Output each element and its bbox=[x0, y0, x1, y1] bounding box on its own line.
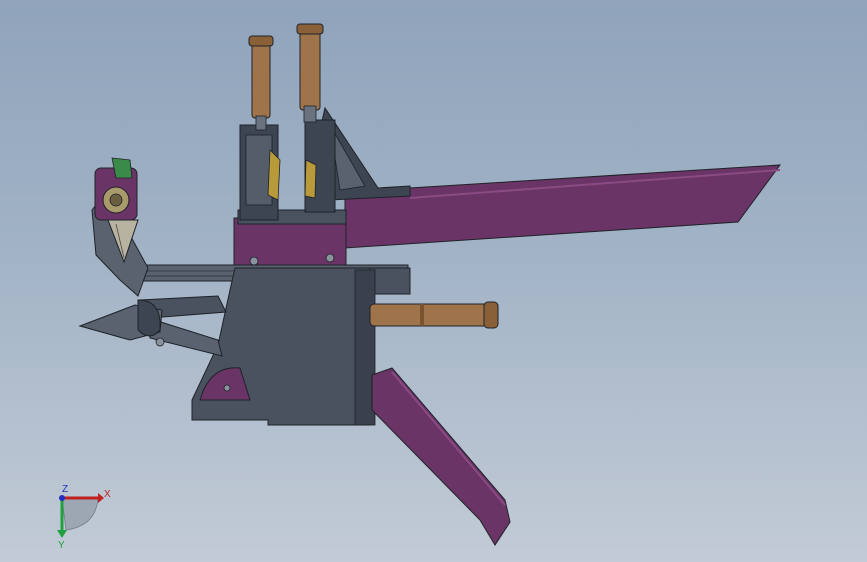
lower-purple-lever[interactable] bbox=[371, 367, 511, 546]
horizontal-cylinder-cap bbox=[483, 301, 499, 329]
left-cylinder-cap bbox=[248, 35, 274, 47]
triad-x-label: X bbox=[104, 489, 111, 500]
triad-z-axis-icon bbox=[59, 495, 65, 501]
rail-end-block bbox=[369, 267, 411, 295]
coordinate-triad[interactable]: X Y Z bbox=[57, 484, 111, 551]
right-cylinder-cap bbox=[296, 23, 324, 35]
bolt-4 bbox=[155, 337, 165, 347]
triad-plane-icon bbox=[61, 497, 99, 531]
horizontal-cylinder-ring bbox=[420, 304, 424, 326]
green-sensor-icon bbox=[111, 157, 133, 179]
bolt-3 bbox=[223, 384, 231, 392]
left-air-cylinder[interactable] bbox=[251, 39, 271, 119]
horizontal-air-cylinder[interactable] bbox=[369, 303, 495, 327]
triad-z-label: Z bbox=[62, 484, 68, 495]
sensor-yellow-right bbox=[304, 159, 317, 199]
long-purple-blade[interactable] bbox=[344, 164, 782, 249]
right-cylinder-rod bbox=[303, 105, 317, 123]
bolt-1 bbox=[249, 256, 259, 266]
jaw-roller-hub bbox=[109, 193, 123, 207]
right-air-cylinder[interactable] bbox=[299, 29, 321, 111]
cad-viewport[interactable]: X Y Z bbox=[0, 0, 867, 562]
triad-y-arrow-icon bbox=[57, 530, 67, 538]
triad-y-label: Y bbox=[58, 540, 65, 551]
bolt-2 bbox=[325, 253, 335, 263]
left-cylinder-rod bbox=[255, 115, 267, 131]
